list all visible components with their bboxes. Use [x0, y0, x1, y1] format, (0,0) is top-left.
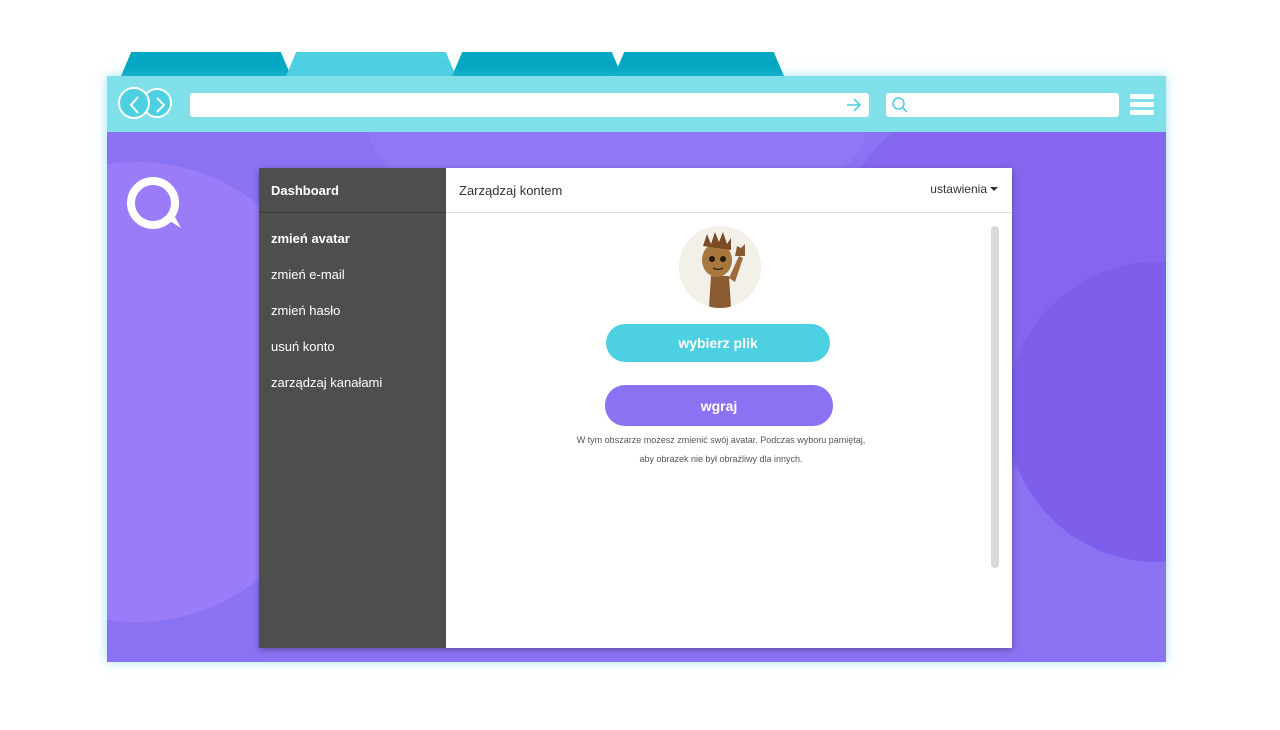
menu-icon[interactable]: [1130, 94, 1154, 116]
browser-search[interactable]: [886, 93, 1119, 117]
address-bar[interactable]: [190, 93, 869, 117]
browser-tab-3[interactable]: [452, 52, 622, 76]
upload-button[interactable]: wgraj: [605, 385, 833, 426]
sidebar-title: Dashboard: [259, 168, 446, 213]
settings-label: ustawienia: [930, 182, 987, 196]
browser-window: Dashboard zmień avatar zmień e-mail zmie…: [107, 76, 1166, 662]
avatar-section: wybierz plik wgraj W tym obszarze możesz…: [446, 213, 986, 633]
avatar-info-text: W tym obszarze możesz zmienić swój avata…: [536, 431, 906, 469]
go-arrow-icon[interactable]: [845, 96, 863, 114]
sidebar-item-change-password[interactable]: zmień hasło: [259, 297, 446, 333]
sidebar-item-manage-channels[interactable]: zarządzaj kanałami: [259, 369, 446, 405]
caret-down-icon: [990, 187, 998, 191]
browser-toolbar: [107, 76, 1166, 132]
sidebar-item-delete-account[interactable]: usuń konto: [259, 333, 446, 369]
main-header: Zarządzaj kontem ustawienia: [446, 168, 1012, 213]
dashboard-sidebar: Dashboard zmień avatar zmień e-mail zmie…: [259, 168, 446, 648]
page-viewport: Dashboard zmień avatar zmień e-mail zmie…: [107, 132, 1166, 662]
choose-file-button[interactable]: wybierz plik: [606, 324, 830, 362]
sidebar-item-change-avatar[interactable]: zmień avatar: [259, 225, 446, 261]
dashboard-main: Zarządzaj kontem ustawienia wybierz plik…: [446, 168, 1012, 648]
content-scrollbar[interactable]: [991, 226, 999, 568]
sidebar-menu: zmień avatar zmień e-mail zmień hasło us…: [259, 213, 446, 405]
dashboard-panel: Dashboard zmień avatar zmień e-mail zmie…: [259, 168, 1012, 648]
back-button[interactable]: [118, 87, 150, 119]
info-line-2: aby obrazek nie był obraźliwy dla innych…: [639, 454, 803, 464]
browser-tab-1[interactable]: [121, 52, 291, 76]
browser-tab-2[interactable]: [286, 52, 456, 76]
back-icon: [129, 96, 139, 114]
info-line-1: W tym obszarze możesz zmienić swój avata…: [576, 435, 866, 445]
page-title: Zarządzaj kontem: [459, 183, 563, 198]
avatar: [679, 226, 761, 308]
avatar-image: [679, 226, 761, 308]
browser-tab-4[interactable]: [614, 52, 784, 76]
sidebar-item-change-email[interactable]: zmień e-mail: [259, 261, 446, 297]
search-icon: [892, 97, 908, 113]
settings-dropdown[interactable]: ustawienia: [930, 182, 998, 196]
chat-logo-icon[interactable]: [125, 176, 185, 236]
